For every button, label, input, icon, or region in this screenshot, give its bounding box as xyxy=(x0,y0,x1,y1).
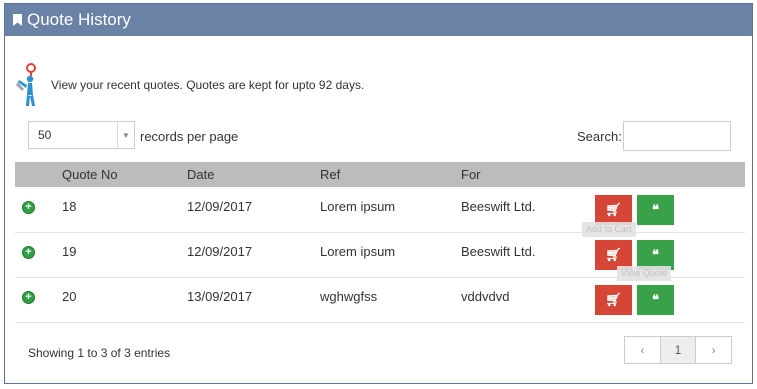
panel-title: Quote History xyxy=(27,10,131,29)
table-header: Quote No Date Ref For xyxy=(15,162,745,187)
caret-down-icon: ▼ xyxy=(117,122,134,148)
add-to-cart-button[interactable]: 🛒︎ xyxy=(595,195,632,225)
quote-icon: ❝ xyxy=(652,247,659,262)
view-quote-tooltip: View Quote xyxy=(617,266,672,281)
quote-date: 12/09/2017 xyxy=(187,199,253,214)
table-info: Showing 1 to 3 of 3 entries xyxy=(28,346,171,360)
previous-page-button[interactable]: ‹ xyxy=(625,337,660,363)
intro-text: View your recent quotes. Quotes are kept… xyxy=(51,78,365,92)
page-button-current[interactable]: 1 xyxy=(659,337,697,363)
view-quote-button[interactable]: ❝ xyxy=(637,195,674,225)
quote-no: 19 xyxy=(62,244,77,259)
quote-no: 18 xyxy=(62,199,77,214)
search-input[interactable] xyxy=(623,121,731,151)
quote-no: 20 xyxy=(62,289,77,304)
pagination: ‹ 1 › xyxy=(624,336,732,364)
add-to-cart-button[interactable]: 🛒︎ xyxy=(595,285,632,315)
column-header-for[interactable]: For xyxy=(461,167,481,182)
expand-row-icon[interactable]: + xyxy=(22,291,35,304)
column-header-date[interactable]: Date xyxy=(187,167,214,182)
quote-ref: Lorem ipsum xyxy=(320,199,396,214)
column-header-quote-no[interactable]: Quote No xyxy=(62,167,118,182)
add-to-cart-tooltip: Add to Cart xyxy=(582,222,636,237)
quote-ref: Lorem ipsum xyxy=(320,244,396,259)
bookmark-icon xyxy=(13,14,22,26)
quote-ref: wghwgfss xyxy=(320,289,378,304)
quote-icon: ❝ xyxy=(652,202,659,217)
next-page-button[interactable]: › xyxy=(696,337,731,363)
cart-icon: 🛒︎ xyxy=(605,292,622,307)
quote-for: Beeswift Ltd. xyxy=(461,244,536,259)
cart-icon: 🛒︎ xyxy=(605,247,622,262)
intro: View your recent quotes. Quotes are kept… xyxy=(15,62,364,108)
view-quote-button[interactable]: ❝ xyxy=(637,285,674,315)
quote-date: 13/09/2017 xyxy=(187,289,253,304)
quote-history-panel: Quote History View your recent quotes. Q… xyxy=(4,3,753,384)
expand-row-icon[interactable]: + xyxy=(22,246,35,259)
table-row: + 20 13/09/2017 wghwgfss vddvdvd 🛒︎ ❝ xyxy=(15,277,745,323)
person-presenting-icon xyxy=(16,63,36,106)
quote-for: vddvdvd xyxy=(461,289,510,304)
cart-icon: 🛒︎ xyxy=(605,202,622,217)
column-header-ref[interactable]: Ref xyxy=(320,167,340,182)
records-per-page-value: 50 xyxy=(38,128,52,142)
search-label: Search: xyxy=(577,129,622,144)
expand-row-icon[interactable]: + xyxy=(22,201,35,214)
panel-header: Quote History xyxy=(5,4,752,36)
quote-for: Beeswift Ltd. xyxy=(461,199,536,214)
records-per-page-label: records per page xyxy=(140,129,239,144)
quote-date: 12/09/2017 xyxy=(187,244,253,259)
quote-icon: ❝ xyxy=(652,292,659,307)
records-per-page-select[interactable]: 50 ▼ xyxy=(28,121,135,149)
